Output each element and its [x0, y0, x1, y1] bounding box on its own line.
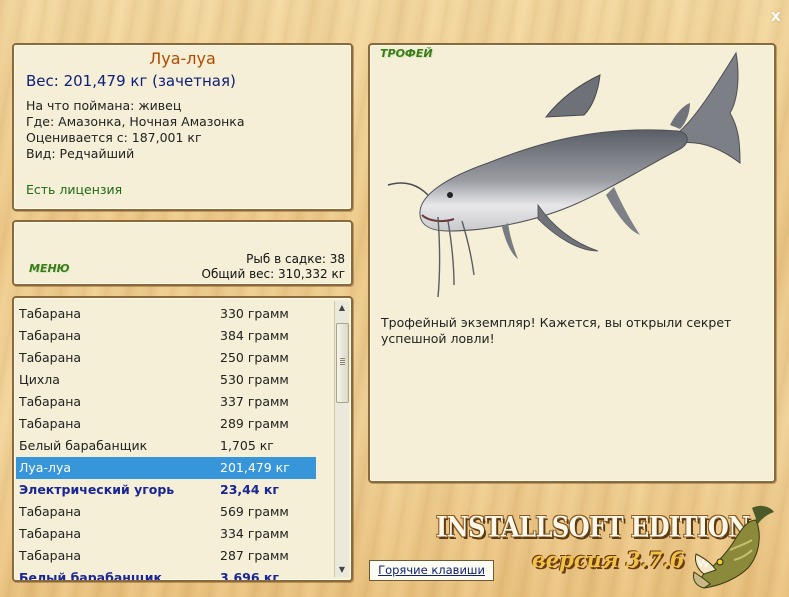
list-item[interactable]: Табарана 330 грамм: [16, 303, 316, 325]
list-item[interactable]: Табарана 569 грамм: [16, 501, 316, 523]
fish-name-cell: Белый барабанщик: [19, 570, 162, 582]
list-item[interactable]: Белый барабанщик 1,705 кг: [16, 435, 316, 457]
menu-panel: МЕНЮ Рыб в садке: 38 Общий вес: 310,332 …: [12, 220, 353, 286]
list-item[interactable]: Белый барабанщик 3,696 кг: [16, 567, 316, 582]
fish-weight-cell: 569 грамм: [220, 504, 289, 519]
fish-weight-cell: 1,705 кг: [220, 438, 274, 453]
version-text: версия 3.7.6: [532, 547, 685, 572]
fish-name-cell: Табарана: [19, 306, 82, 321]
fish-weight-cell: 201,479 кг: [220, 460, 290, 475]
hotkeys-button[interactable]: Горячие клавиши: [369, 560, 494, 581]
bait-line: На что поймана: живец: [26, 98, 182, 113]
pike-icon: [693, 505, 774, 589]
menu-button[interactable]: МЕНЮ: [29, 262, 70, 275]
fish-name-cell: Табарана: [19, 328, 82, 343]
list-item[interactable]: Табарана 334 грамм: [16, 523, 316, 545]
rating-line: Оценивается с: 187,001 кг: [26, 130, 202, 145]
fish-name-cell: Табарана: [19, 394, 82, 409]
fish-name-cell: Табарана: [19, 526, 82, 541]
list-item[interactable]: Табарана 337 грамм: [16, 391, 316, 413]
fish-name-cell: Табарана: [19, 548, 82, 563]
trophy-description: Трофейный экземпляр! Кажется, вы открыли…: [381, 315, 732, 346]
fish-weight-cell: 287 грамм: [220, 548, 289, 563]
fish-weight-cell: 250 грамм: [220, 350, 289, 365]
scroll-thumb[interactable]: [336, 323, 349, 403]
list-item[interactable]: Табарана 384 грамм: [16, 325, 316, 347]
fish-name: Луа-луа: [149, 49, 216, 68]
list-scrollbar[interactable]: ▲ ▼: [334, 301, 349, 577]
catfish-image: [387, 51, 741, 298]
keepnet-stats: Рыб в садке: 38 Общий вес: 310,332 кг: [202, 252, 345, 282]
fish-weight-cell: 289 грамм: [220, 416, 289, 431]
fish-weight-cell: 330 грамм: [220, 306, 289, 321]
fish-name-cell: Луа-луа: [19, 460, 72, 475]
catch-info-panel: Луа-луа Вес: 201,479 кг (зачетная) На чт…: [12, 43, 353, 211]
fish-weight-cell: 3,696 кг: [220, 570, 279, 582]
list-item[interactable]: Табарана 250 грамм: [16, 347, 316, 369]
fish-weight-cell: 530 грамм: [220, 372, 289, 387]
fish-weight-cell: 337 грамм: [220, 394, 289, 409]
list-item[interactable]: Луа-луа 201,479 кг: [16, 457, 316, 479]
fish-weight-cell: 334 грамм: [220, 526, 289, 541]
keepnet-rows: Табарана 330 грамм Табарана 384 грамм Табара…: [16, 303, 316, 582]
keepnet-list[interactable]: Табарана 330 грамм Табарана 384 грамм Табара…: [12, 296, 353, 582]
list-item[interactable]: Электрический угорь 23,44 кг: [16, 479, 316, 501]
fish-name-cell: Табарана: [19, 350, 82, 365]
fish-count: Рыб в садке: 38: [246, 252, 345, 266]
fish-name-cell: Белый барабанщик: [19, 438, 148, 453]
list-item[interactable]: Табарана 289 грамм: [16, 413, 316, 435]
list-item[interactable]: Табарана 287 грамм: [16, 545, 316, 567]
total-weight: Общий вес: 310,332 кг: [201, 267, 345, 281]
trophy-panel: ТРОФЕЙ Трофейный экземпляр! Кажется, вы …: [368, 43, 776, 483]
license-status: Есть лицензия: [26, 182, 123, 197]
location-line: Где: Амазонка, Ночная Амазонка: [26, 114, 245, 129]
fish-name-cell: Электрический угорь: [19, 482, 175, 497]
scroll-up-icon[interactable]: ▲: [335, 301, 349, 315]
scroll-down-icon[interactable]: ▼: [335, 563, 349, 577]
close-icon[interactable]: x: [771, 6, 781, 25]
list-item[interactable]: Цихла 530 грамм: [16, 369, 316, 391]
fish-weight-cell: 23,44 кг: [220, 482, 279, 497]
fish-name-cell: Табарана: [19, 504, 82, 519]
fish-name-cell: Цихла: [19, 372, 60, 387]
fish-name-cell: Табарана: [19, 416, 82, 431]
fish-weight-cell: 384 грамм: [220, 328, 289, 343]
fish-weight: Вес: 201,479 кг (зачетная): [26, 72, 236, 90]
rarity-line: Вид: Редчайший: [26, 146, 135, 161]
